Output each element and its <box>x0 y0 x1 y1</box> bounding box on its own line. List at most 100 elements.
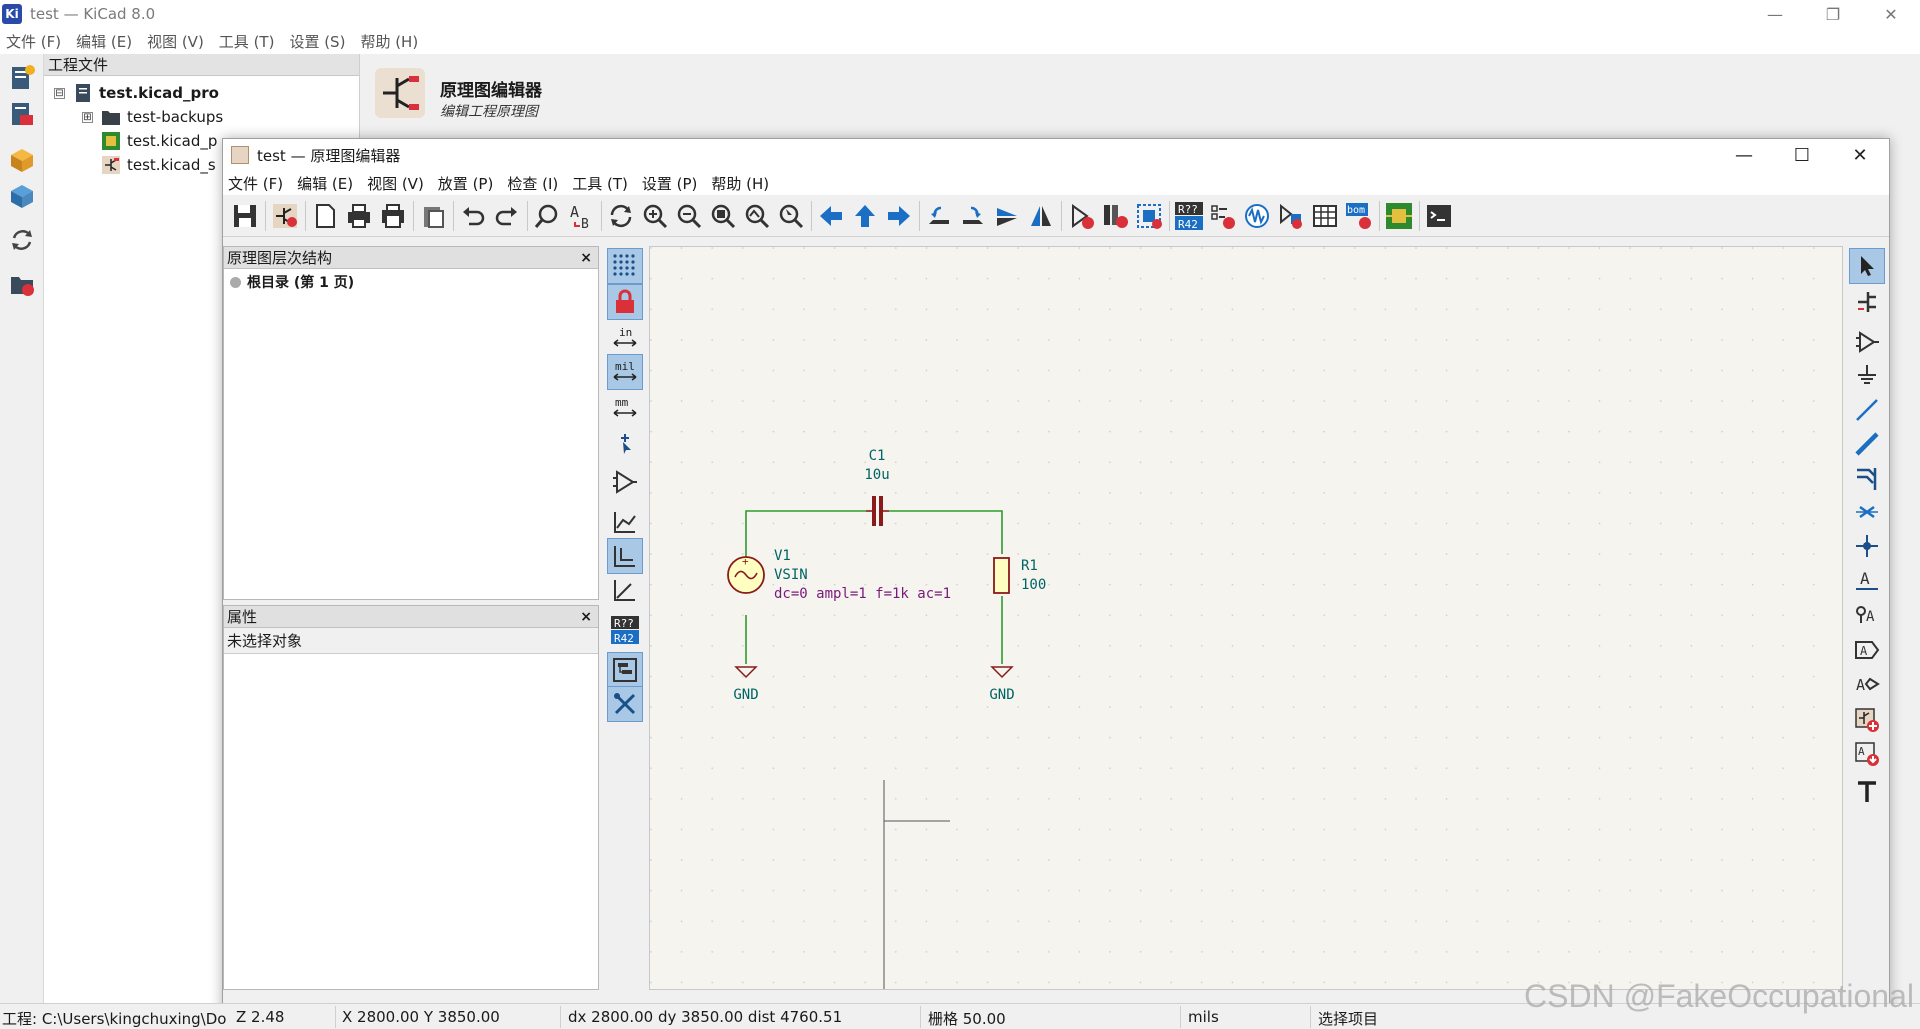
r1-reference[interactable]: R1 <box>1021 558 1038 574</box>
schematic-editor-icon[interactable] <box>375 68 425 118</box>
v1-value[interactable]: VSIN <box>774 567 808 583</box>
gnd-left-label[interactable]: GND <box>733 687 758 703</box>
menu-view[interactable]: 视图 (V) <box>147 31 204 52</box>
print-button[interactable] <box>343 200 375 232</box>
paste-button[interactable] <box>417 200 449 232</box>
mirror-horizontal-button[interactable] <box>1025 200 1057 232</box>
v1-reference[interactable]: V1 <box>774 548 791 564</box>
menu-file[interactable]: 文件 (F) <box>6 31 61 52</box>
undo-button[interactable] <box>457 200 489 232</box>
junction-button[interactable] <box>1849 528 1885 564</box>
menu-edit[interactable]: 编辑 (E) <box>297 173 353 194</box>
simulator-button[interactable] <box>1241 200 1273 232</box>
mirror-vertical-button[interactable] <box>991 200 1023 232</box>
schematic-drawing[interactable]: C1 10u + V1 VSIN dc=0 ampl=1 f=1k ac=1 R… <box>650 247 1843 990</box>
c1-value[interactable]: 10u <box>864 467 889 483</box>
grid-toggle-button[interactable] <box>607 248 643 284</box>
rotate-ccw-button[interactable] <box>923 200 955 232</box>
annotate-button[interactable]: R?? R42 <box>1173 200 1205 232</box>
hierarchy-root-item[interactable]: 根目录 (第 1 页) <box>224 269 598 292</box>
menu-tools[interactable]: 工具 (T) <box>219 31 275 52</box>
tree-item-project[interactable]: ⊟ test.kicad_pro <box>54 82 219 104</box>
close-panel-icon[interactable]: × <box>580 250 592 266</box>
add-sheet-button[interactable] <box>1849 702 1885 738</box>
menu-help[interactable]: 帮助 (H) <box>360 31 418 52</box>
zoom-out-button[interactable] <box>673 200 705 232</box>
tree-expand-icon[interactable]: ⊞ <box>82 111 93 123</box>
global-label-button[interactable]: A <box>1849 632 1885 668</box>
units-mm-button[interactable]: mm <box>607 390 643 426</box>
line-mode-free-button[interactable] <box>607 504 643 540</box>
find-button[interactable] <box>531 200 563 232</box>
symbol-library-button[interactable] <box>1099 200 1131 232</box>
grid-override-button[interactable] <box>607 284 643 320</box>
open-folder-icon[interactable] <box>8 270 36 298</box>
schematic-setup-button[interactable] <box>269 200 301 232</box>
open-project-icon[interactable] <box>8 100 36 128</box>
rotate-cw-button[interactable] <box>957 200 989 232</box>
net-label-button[interactable]: A <box>1849 562 1885 598</box>
archive-icon[interactable] <box>8 146 36 174</box>
line-mode-45-button[interactable] <box>607 572 643 608</box>
menu-view[interactable]: 视图 (V) <box>367 173 424 194</box>
add-symbol-button[interactable] <box>1849 324 1885 360</box>
navigate-up-button[interactable] <box>849 200 881 232</box>
menu-settings[interactable]: 设置 (S) <box>289 31 345 52</box>
menu-place[interactable]: 放置 (P) <box>438 173 494 194</box>
cursor-style-button[interactable] <box>607 426 643 462</box>
add-text-button[interactable] <box>1849 774 1885 810</box>
new-project-icon[interactable] <box>8 64 36 92</box>
tree-item-pcb[interactable]: test.kicad_p <box>101 130 217 152</box>
erc-button[interactable] <box>1207 200 1239 232</box>
menu-tools[interactable]: 工具 (T) <box>572 173 628 194</box>
schematic-canvas[interactable]: C1 10u + V1 VSIN dc=0 ampl=1 f=1k ac=1 R… <box>649 246 1843 990</box>
update-symbols-button[interactable] <box>1133 200 1165 232</box>
units-inch-button[interactable]: in <box>607 320 643 356</box>
hidden-pins-button[interactable] <box>607 464 643 500</box>
menu-file[interactable]: 文件 (F) <box>228 173 283 194</box>
bom-button[interactable]: bom <box>1343 200 1375 232</box>
menu-help[interactable]: 帮助 (H) <box>711 173 769 194</box>
class-label-button[interactable]: A <box>1849 596 1885 632</box>
close-panel-icon[interactable]: × <box>580 609 592 625</box>
restore-button[interactable]: ❐ <box>1804 0 1862 28</box>
navigate-forward-button[interactable] <box>883 200 915 232</box>
menu-settings[interactable]: 设置 (P) <box>642 173 698 194</box>
v1-sim-params[interactable]: dc=0 ampl=1 f=1k ac=1 <box>774 586 951 602</box>
close-button[interactable]: ✕ <box>1862 0 1920 28</box>
line-mode-90-button[interactable] <box>607 538 643 574</box>
add-bus-button[interactable] <box>1849 426 1885 462</box>
hier-label-button[interactable]: A <box>1849 666 1885 702</box>
zoom-selection-button[interactable] <box>775 200 807 232</box>
symbol-fields-table-button[interactable] <box>1309 200 1341 232</box>
plot-button[interactable] <box>377 200 409 232</box>
redo-button[interactable] <box>491 200 523 232</box>
find-replace-button[interactable]: AB <box>565 200 597 232</box>
add-wire-button[interactable] <box>1849 392 1885 428</box>
scripting-console-button[interactable] <box>1423 200 1455 232</box>
select-tool-button[interactable] <box>1849 248 1885 284</box>
minimize-button[interactable]: — <box>1746 0 1804 28</box>
highlight-net-button[interactable] <box>1849 284 1885 320</box>
add-power-button[interactable] <box>1849 358 1885 394</box>
footprint-assign-button[interactable] <box>1275 200 1307 232</box>
refresh-button[interactable] <box>605 200 637 232</box>
pcb-editor-button[interactable] <box>1383 200 1415 232</box>
menu-inspect[interactable]: 检查 (I) <box>507 173 558 194</box>
symbol-editor-button[interactable] <box>1065 200 1097 232</box>
annotation-toggle-button[interactable]: R?? R42 <box>607 612 643 648</box>
bus-entry-button[interactable] <box>1849 460 1885 496</box>
tree-item-schematic[interactable]: test.kicad_s <box>101 154 216 176</box>
zoom-objects-button[interactable] <box>741 200 773 232</box>
maximize-button[interactable]: ☐ <box>1773 139 1831 171</box>
zoom-fit-button[interactable] <box>707 200 739 232</box>
page-settings-button[interactable] <box>309 200 341 232</box>
units-mil-button[interactable]: mil <box>607 354 643 390</box>
tree-collapse-icon[interactable]: ⊟ <box>54 87 65 99</box>
minimize-button[interactable]: — <box>1715 139 1773 171</box>
refresh-icon[interactable] <box>8 226 36 254</box>
close-button[interactable]: ✕ <box>1831 139 1889 171</box>
zoom-in-button[interactable] <box>639 200 671 232</box>
save-button[interactable] <box>229 200 261 232</box>
properties-panel-toggle-button[interactable] <box>607 686 643 722</box>
